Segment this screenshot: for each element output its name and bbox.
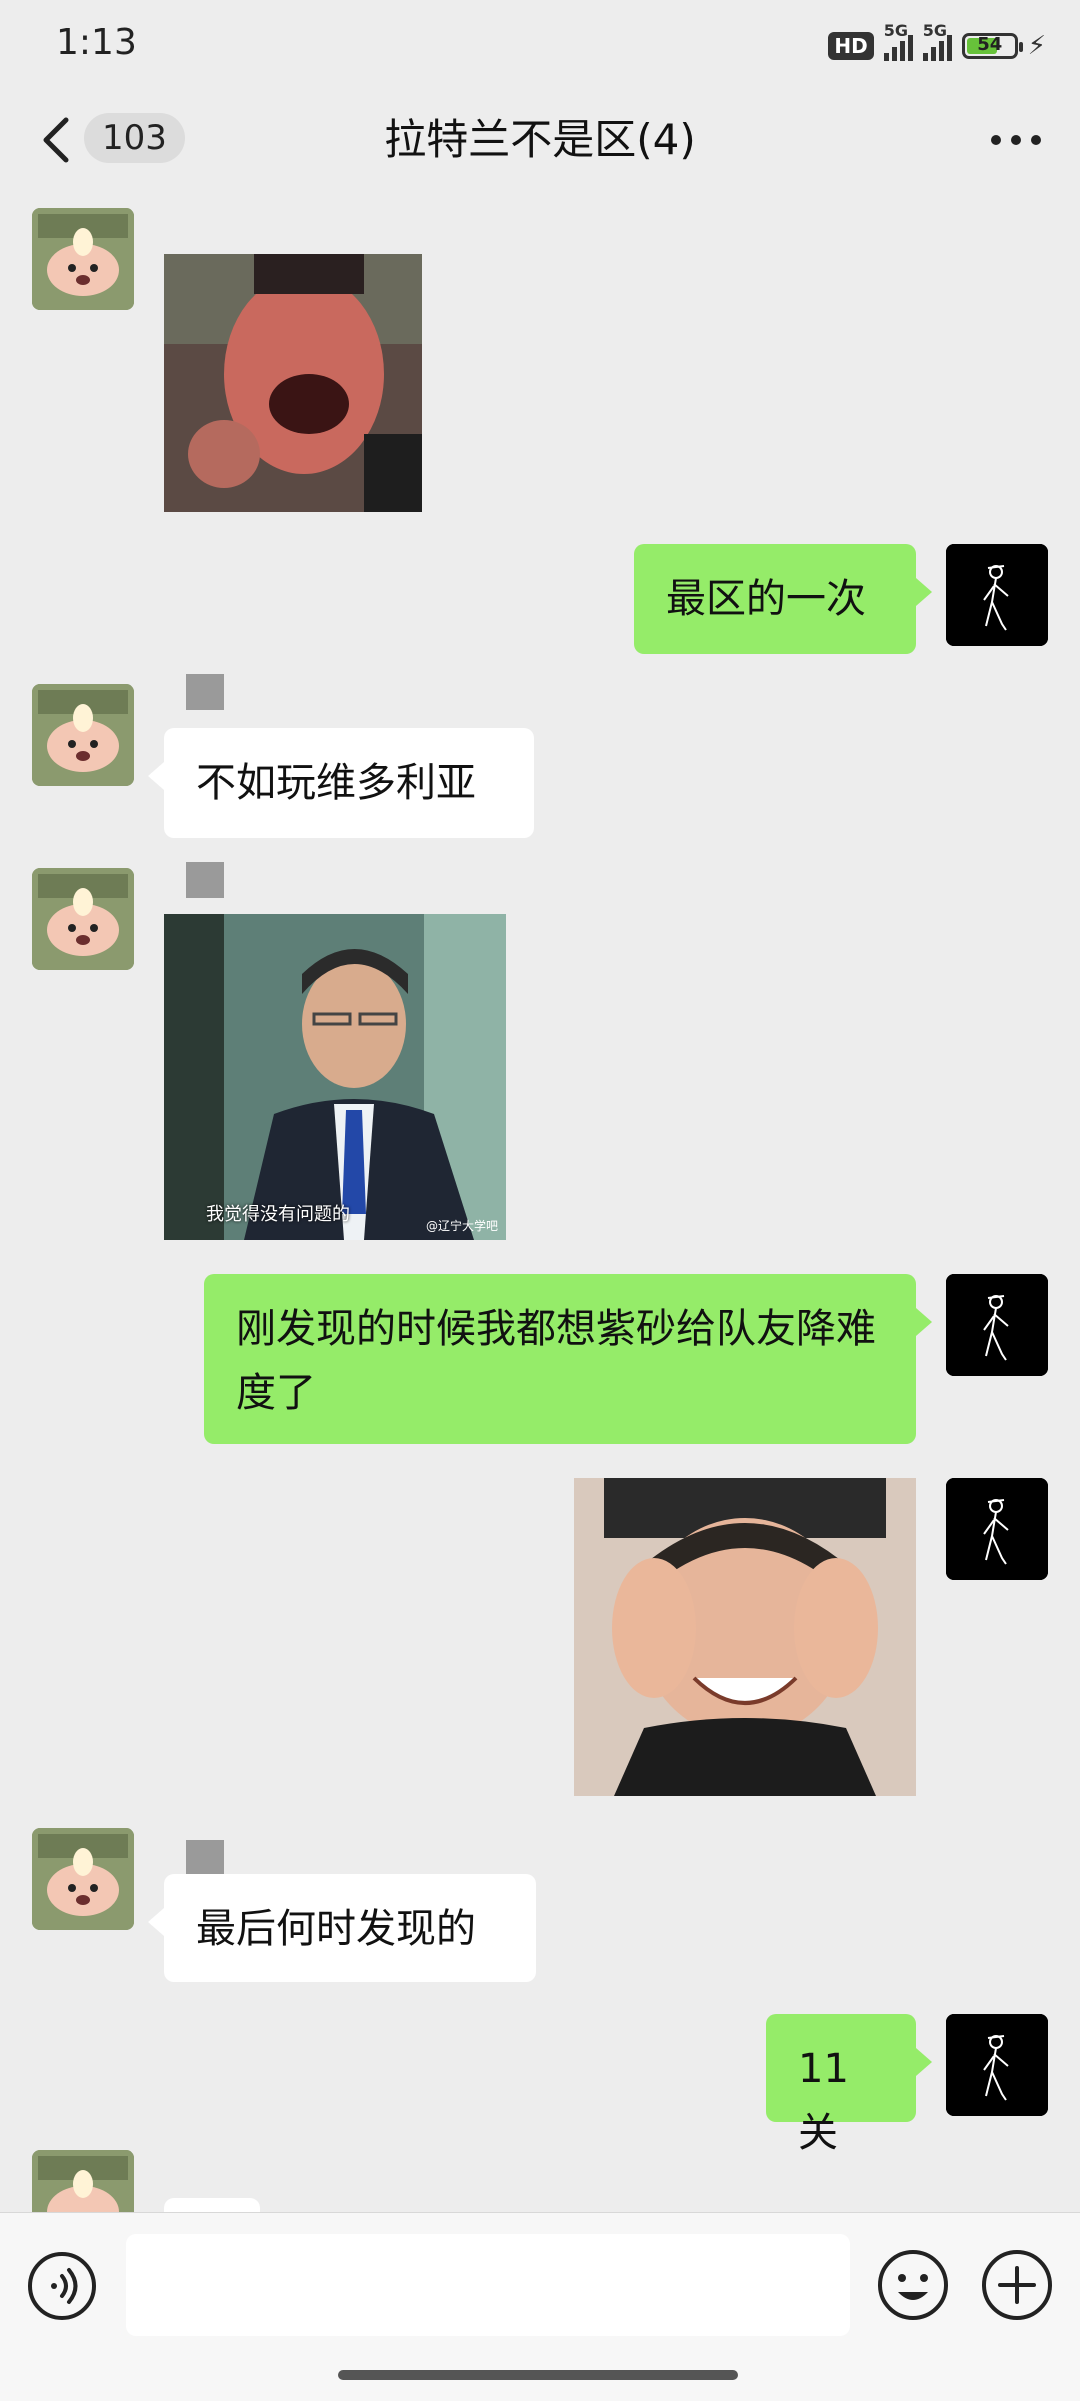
my-avatar[interactable] bbox=[946, 1274, 1048, 1376]
avatar-image bbox=[32, 208, 134, 310]
message-text: 11关 bbox=[798, 2046, 849, 2156]
image-watermark: @辽宁大学吧 bbox=[425, 1219, 498, 1233]
avatar[interactable] bbox=[32, 208, 134, 310]
sender-name bbox=[186, 674, 224, 710]
meme-image bbox=[164, 254, 422, 512]
image-message[interactable] bbox=[164, 254, 422, 512]
avatar-image bbox=[32, 684, 134, 786]
message-bubble-received[interactable]: 不如玩维多利亚 bbox=[148, 728, 534, 838]
plus-button[interactable] bbox=[980, 2248, 1054, 2322]
avatar-image bbox=[32, 868, 134, 970]
voice-icon bbox=[28, 2252, 96, 2320]
more-dots-icon bbox=[991, 135, 1041, 145]
avatar[interactable] bbox=[32, 684, 134, 786]
message-bubble-sent[interactable]: 11关 bbox=[766, 2014, 932, 2156]
image-caption: 我觉得没有问题的 bbox=[206, 1204, 350, 1225]
avatar-image bbox=[946, 544, 1048, 646]
message-bubble-sent[interactable]: 刚发现的时候我都想紫砂给队友降难度了 bbox=[204, 1274, 932, 1444]
meme-image bbox=[574, 1478, 916, 1796]
charging-icon: ⚡ bbox=[1027, 31, 1046, 61]
voice-button[interactable] bbox=[26, 2250, 98, 2322]
message-input[interactable] bbox=[126, 2234, 850, 2336]
image-message[interactable] bbox=[574, 1478, 916, 1796]
hd-badge: HD bbox=[828, 32, 874, 60]
message-text: 最后何时发现的 bbox=[196, 1906, 476, 1952]
chat-title: 拉特兰不是区(4) bbox=[384, 115, 696, 164]
plus-icon bbox=[982, 2250, 1052, 2320]
meme-image bbox=[164, 914, 506, 1240]
emoji-button[interactable] bbox=[876, 2248, 950, 2322]
status-time: 1:13 bbox=[56, 22, 137, 63]
avatar-image bbox=[946, 1274, 1048, 1376]
avatar-image bbox=[946, 1478, 1048, 1580]
signal-icon: 5G bbox=[922, 21, 952, 61]
avatar-image bbox=[946, 2014, 1048, 2116]
avatar[interactable] bbox=[32, 868, 134, 970]
avatar[interactable] bbox=[32, 1828, 134, 1930]
battery-icon: 54 bbox=[961, 33, 1023, 59]
my-avatar[interactable] bbox=[946, 1478, 1048, 1580]
message-text: 最区的一次 bbox=[666, 576, 866, 622]
message-bubble-sent[interactable]: 最区的一次 bbox=[634, 544, 932, 654]
message-bubble-received[interactable]: 最后何时发现的 bbox=[148, 1874, 536, 1982]
message-text: 不如玩维多利亚 bbox=[196, 760, 476, 806]
signal-icon: 5G bbox=[883, 21, 913, 61]
status-icons: HD 5G 5G 54 ⚡ bbox=[828, 21, 1046, 66]
more-button[interactable] bbox=[986, 112, 1046, 168]
sender-name bbox=[186, 1840, 224, 1876]
image-message[interactable]: 我觉得没有问题的 @辽宁大学吧 bbox=[164, 914, 506, 1240]
sender-name bbox=[186, 862, 224, 898]
avatar-image bbox=[32, 1828, 134, 1930]
message-text: 刚发现的时候我都想紫砂给队友降难度了 bbox=[236, 1306, 876, 1416]
home-indicator[interactable] bbox=[338, 2370, 738, 2380]
emoji-icon bbox=[878, 2250, 948, 2320]
my-avatar[interactable] bbox=[946, 2014, 1048, 2116]
my-avatar[interactable] bbox=[946, 544, 1048, 646]
